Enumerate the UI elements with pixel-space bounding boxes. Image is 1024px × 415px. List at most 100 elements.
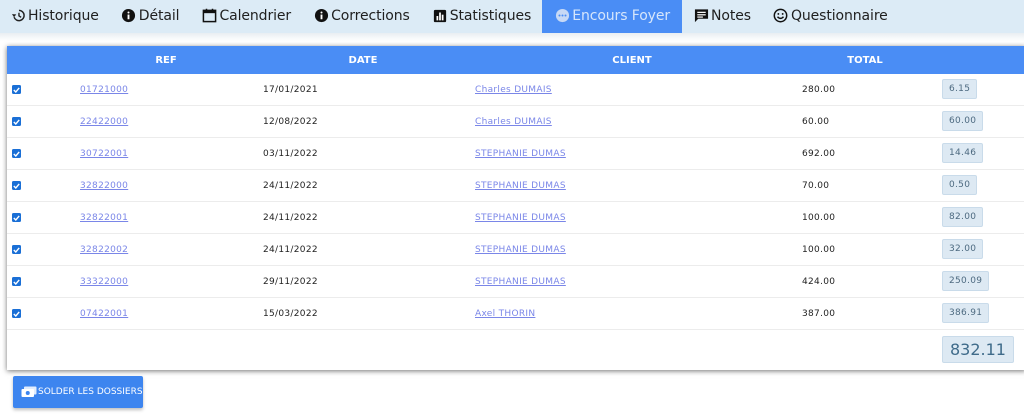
encours-table: REF DATE CLIENT TOTAL 01721000 17/01/2021… xyxy=(7,46,1024,370)
ref-link[interactable]: 22422000 xyxy=(80,117,128,127)
client-link[interactable]: STEPHANIE DUMAS xyxy=(475,181,566,191)
remaining-badge: 0.50 xyxy=(942,175,978,195)
check-icon xyxy=(13,86,20,93)
check-icon xyxy=(13,214,20,221)
check-icon xyxy=(13,182,20,189)
tab-notes[interactable]: Notes xyxy=(682,0,762,33)
client-link[interactable]: STEPHANIE DUMAS xyxy=(475,245,566,255)
remaining-badge: 32.00 xyxy=(942,239,984,259)
tab-label: Notes xyxy=(711,7,751,24)
row-checkbox[interactable] xyxy=(12,85,21,94)
client-link[interactable]: Axel THORIN xyxy=(475,309,535,319)
tab-label: Historique xyxy=(28,7,99,24)
tab-questionnaire[interactable]: Questionnaire xyxy=(762,0,899,33)
top-navigation: Historique Détail Calendrier Corrections… xyxy=(0,0,1024,33)
money-icon xyxy=(21,386,37,398)
table-header: REF DATE CLIENT TOTAL xyxy=(7,46,1024,74)
history-icon xyxy=(10,8,26,24)
tab-label: Détail xyxy=(138,7,180,24)
client-link[interactable]: Charles DUMAIS xyxy=(475,117,552,127)
row-checkbox[interactable] xyxy=(12,117,21,126)
tab-encours-foyer[interactable]: Encours Foyer xyxy=(542,0,683,33)
total-cell: 280.00 xyxy=(802,85,836,95)
ref-link[interactable]: 32822000 xyxy=(80,181,128,191)
ref-link[interactable]: 30722001 xyxy=(80,149,128,159)
table-row: 22422000 12/08/2022 Charles DUMAIS 60.00 60.… xyxy=(7,106,1024,138)
row-checkbox[interactable] xyxy=(12,181,21,190)
tab-label: Questionnaire xyxy=(790,7,888,24)
calendar-icon xyxy=(201,8,217,24)
date-cell: 24/11/2022 xyxy=(263,213,318,223)
grand-total: 832.11 xyxy=(942,336,1014,363)
total-cell: 424.00 xyxy=(802,277,836,287)
ref-link[interactable]: 01721000 xyxy=(80,85,128,95)
table-row: 32822001 24/11/2022 STEPHANIE DUMAS 100.00 8… xyxy=(7,202,1024,234)
check-icon xyxy=(13,150,20,157)
smile-icon xyxy=(773,8,789,24)
more-horizontal-icon xyxy=(554,8,570,24)
table-row: 32822000 24/11/2022 STEPHANIE DUMAS 70.00 0.… xyxy=(7,170,1024,202)
table-row: 30722001 03/11/2022 STEPHANIE DUMAS 692.00 1… xyxy=(7,138,1024,170)
remaining-badge: 6.15 xyxy=(942,79,978,99)
table-row: 33322000 29/11/2022 STEPHANIE DUMAS 424.00 2… xyxy=(7,266,1024,298)
date-cell: 24/11/2022 xyxy=(263,245,318,255)
solder-dossiers-button[interactable]: SOLDER LES DOSSIERS xyxy=(13,376,143,408)
tab-corrections[interactable]: Corrections xyxy=(302,0,421,33)
check-icon xyxy=(13,278,20,285)
remaining-badge: 250.09 xyxy=(942,271,990,291)
header-client: CLIENT xyxy=(612,55,652,66)
header-date: DATE xyxy=(348,55,378,66)
check-icon xyxy=(13,246,20,253)
table-row: 32822002 24/11/2022 STEPHANIE DUMAS 100.00 3… xyxy=(7,234,1024,266)
remaining-badge: 14.46 xyxy=(942,143,984,163)
date-cell: 17/01/2021 xyxy=(263,85,318,95)
remaining-badge: 82.00 xyxy=(942,207,984,227)
remaining-badge: 60.00 xyxy=(942,111,984,131)
remaining-badge: 386.91 xyxy=(942,303,990,323)
date-cell: 24/11/2022 xyxy=(263,181,318,191)
ref-link[interactable]: 07422001 xyxy=(80,309,128,319)
comment-icon xyxy=(693,8,709,24)
header-total: TOTAL xyxy=(847,55,883,66)
ref-link[interactable]: 33322000 xyxy=(80,277,128,287)
info-icon xyxy=(121,8,137,24)
client-link[interactable]: STEPHANIE DUMAS xyxy=(475,149,566,159)
date-cell: 29/11/2022 xyxy=(263,277,318,287)
solder-label: SOLDER LES DOSSIERS xyxy=(38,387,143,397)
date-cell: 15/03/2022 xyxy=(263,309,318,319)
row-checkbox[interactable] xyxy=(12,245,21,254)
check-icon xyxy=(13,310,20,317)
tab-statistiques[interactable]: Statistiques xyxy=(421,0,542,33)
tab-label: Encours Foyer xyxy=(572,7,671,24)
client-link[interactable]: STEPHANIE DUMAS xyxy=(475,277,566,287)
info-icon xyxy=(313,8,329,24)
bar-chart-icon xyxy=(432,8,448,24)
tab-label: Statistiques xyxy=(449,7,532,24)
row-checkbox[interactable] xyxy=(12,309,21,318)
total-cell: 692.00 xyxy=(802,149,836,159)
tab-calendrier[interactable]: Calendrier xyxy=(190,0,302,33)
total-cell: 70.00 xyxy=(802,181,830,191)
table-row: 01721000 17/01/2021 Charles DUMAIS 280.00 6.… xyxy=(7,74,1024,106)
row-checkbox[interactable] xyxy=(12,149,21,158)
nav-shadow xyxy=(0,33,1024,41)
tab-label: Calendrier xyxy=(219,7,292,24)
ref-link[interactable]: 32822002 xyxy=(80,245,128,255)
tab-historique[interactable]: Historique xyxy=(0,0,110,33)
row-checkbox[interactable] xyxy=(12,277,21,286)
tab-label: Corrections xyxy=(331,7,410,24)
date-cell: 12/08/2022 xyxy=(263,117,318,127)
check-icon xyxy=(13,118,20,125)
total-cell: 100.00 xyxy=(802,245,836,255)
total-cell: 387.00 xyxy=(802,309,836,319)
ref-link[interactable]: 32822001 xyxy=(80,213,128,223)
total-cell: 60.00 xyxy=(802,117,830,127)
header-ref: REF xyxy=(155,55,177,66)
total-cell: 100.00 xyxy=(802,213,836,223)
client-link[interactable]: Charles DUMAIS xyxy=(475,85,552,95)
table-row: 07422001 15/03/2022 Axel THORIN 387.00 386.9… xyxy=(7,298,1024,330)
row-checkbox[interactable] xyxy=(12,213,21,222)
client-link[interactable]: STEPHANIE DUMAS xyxy=(475,213,566,223)
date-cell: 03/11/2022 xyxy=(263,149,318,159)
tab-detail[interactable]: Détail xyxy=(110,0,191,33)
